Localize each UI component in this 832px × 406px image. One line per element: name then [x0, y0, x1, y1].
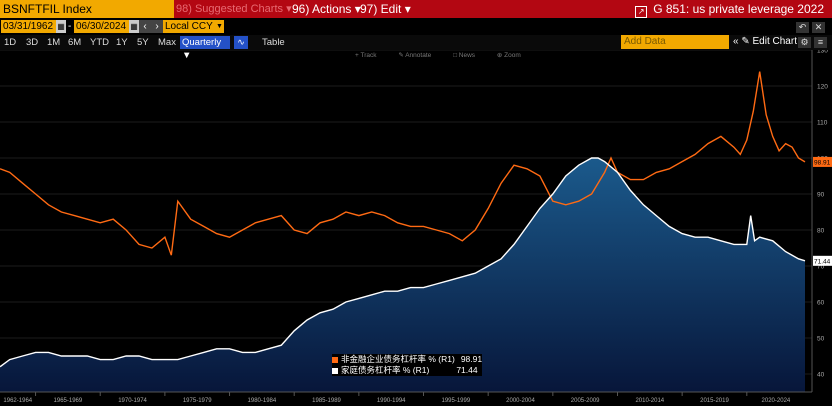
start-date-field[interactable]: 03/31/1962: [1, 20, 56, 33]
range-ytd[interactable]: YTD: [90, 36, 109, 49]
x-tick-label: 1990-1994: [377, 398, 406, 404]
date-separator: -: [68, 21, 72, 32]
leverage-chart[interactable]: 405060708090100110120130 1962-19641965-1…: [0, 50, 832, 406]
x-tick-label: 2005-2009: [571, 398, 600, 404]
pencil-icon: ✎: [741, 36, 750, 47]
last-value-label: 71.44: [814, 258, 831, 265]
range-1d[interactable]: 1D: [4, 36, 16, 49]
suggested-charts-menu[interactable]: 98) Suggested Charts ▾: [176, 0, 292, 18]
range-6m[interactable]: 6M: [68, 36, 81, 49]
export-icon[interactable]: ↗: [635, 6, 648, 18]
legend-value: 98.91: [460, 354, 483, 364]
x-tick-label: 1965-1969: [54, 398, 83, 404]
range-1m[interactable]: 1M: [47, 36, 60, 49]
y-tick-label: 130: [817, 50, 828, 55]
edit-chart-label: Edit Chart: [752, 36, 797, 47]
x-tick-label: 1970-1974: [118, 398, 147, 404]
y-tick-label: 110: [817, 120, 828, 127]
legend-item-nonfinancial[interactable]: 非金融企业债务杠杆率 % (R1) 98.91: [332, 354, 482, 365]
y-tick-label: 90: [817, 192, 825, 199]
collapse-icon: «: [733, 36, 739, 47]
last-value-labels: 98.91 71.44: [813, 156, 832, 266]
y-tick-label: 40: [817, 372, 825, 379]
x-tick-label: 1995-1999: [441, 398, 470, 404]
edit-menu[interactable]: 97) Edit ▾: [360, 0, 411, 18]
last-value-label: 98.91: [814, 159, 831, 166]
edit-chart-button[interactable]: « ✎ Edit Chart: [733, 35, 797, 49]
y-tick-label: 80: [817, 228, 825, 235]
y-tick-label: 120: [817, 84, 828, 91]
legend-swatch: [332, 367, 338, 374]
settings-icon[interactable]: ⚙: [798, 37, 811, 48]
range-max[interactable]: Max: [158, 36, 176, 49]
chart-title[interactable]: ↗ G 851: us private leverage 2022: [635, 0, 824, 18]
add-data-input[interactable]: Add Data: [621, 35, 729, 49]
legend-item-household[interactable]: 家庭债务杠杆率 % (R1) 71.44: [332, 365, 482, 376]
menu-icon[interactable]: ≡: [814, 37, 827, 48]
calendar-icon[interactable]: ▦: [129, 20, 139, 33]
range-5y[interactable]: 5Y: [137, 36, 149, 49]
x-tick-label: 1975-1979: [183, 398, 212, 404]
legend-label: 非金融企业债务杠杆率 % (R1): [341, 354, 455, 364]
legend-label: 家庭债务杠杆率 % (R1): [341, 365, 430, 375]
currency-select[interactable]: Local CCY: [163, 20, 223, 33]
x-tick-label: 1962-1964: [3, 398, 32, 404]
x-tick-label: 1985-1989: [312, 398, 341, 404]
end-date-field[interactable]: 06/30/2024: [74, 20, 129, 33]
y-tick-label: 50: [817, 336, 825, 343]
x-tick-label: 2020-2024: [762, 398, 791, 404]
actions-menu[interactable]: 96) Actions ▾: [292, 0, 361, 18]
x-tick-label: 2015-2019: [700, 398, 729, 404]
y-tick-label: 60: [817, 300, 825, 307]
table-toggle[interactable]: Table: [262, 36, 285, 49]
range-1y[interactable]: 1Y: [116, 36, 128, 49]
calendar-icon[interactable]: ▦: [56, 20, 66, 33]
range-3d[interactable]: 3D: [26, 36, 38, 49]
line-chart-icon[interactable]: ∿: [234, 36, 248, 49]
legend-swatch: [332, 356, 338, 363]
x-axis-ticks: 1962-1964 1965-1969 1970-1974 1975-1979 1980…: [3, 392, 791, 404]
chevron-down-icon[interactable]: ▼: [216, 20, 224, 33]
x-tick-label: 2010-2014: [635, 398, 664, 404]
undo-icon[interactable]: ↶: [796, 22, 809, 33]
x-tick-label: 1980-1984: [248, 398, 277, 404]
legend-value: 71.44: [456, 365, 478, 375]
next-period-icon[interactable]: ›: [151, 20, 163, 33]
prev-period-icon[interactable]: ‹: [139, 20, 151, 33]
y-axis-ticks: 405060708090100110120130: [817, 50, 828, 379]
frequency-select[interactable]: Quarterly ▼: [180, 36, 230, 61]
close-icon[interactable]: ✕: [812, 22, 825, 33]
series-line-nonfinancial: [0, 71, 806, 256]
chart-legend: 非金融企业债务杠杆率 % (R1) 98.91 家庭债务杠杆率 % (R1) 7…: [332, 354, 483, 376]
chart-title-text: G 851: us private leverage 2022: [653, 2, 824, 16]
ticker-field[interactable]: BSNFTFIL Index: [0, 0, 174, 18]
x-tick-label: 2000-2004: [506, 398, 535, 404]
